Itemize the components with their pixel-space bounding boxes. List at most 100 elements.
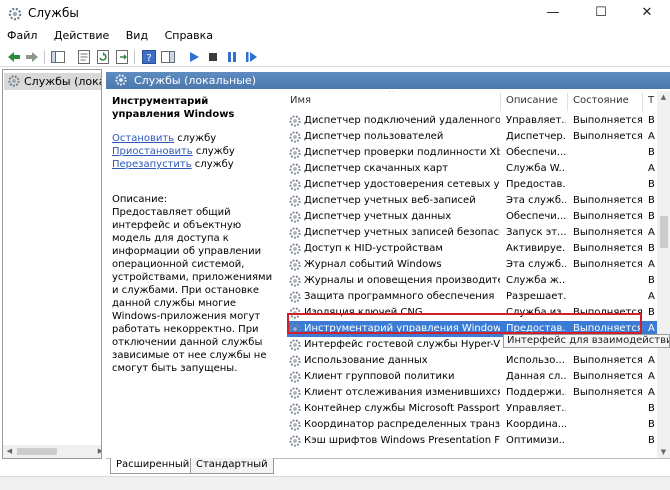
- menu-file[interactable]: Файл: [0, 27, 43, 45]
- service-gear-icon: [289, 131, 301, 143]
- toolbar-separator: [44, 50, 45, 64]
- service-row[interactable]: Диспетчер пользователей Диспетчер... Выпол…: [287, 129, 657, 145]
- service-status: Выполняется: [573, 195, 643, 206]
- tab-extended[interactable]: Расширенный: [110, 458, 196, 474]
- scrollbar-thumb[interactable]: [660, 216, 668, 248]
- service-name: Кэш шрифтов Windows Presentation Fou...: [304, 435, 500, 446]
- service-row[interactable]: Диспетчер подключений удаленного дос... У…: [287, 113, 657, 129]
- column-header-status[interactable]: Состояние: [573, 91, 643, 111]
- service-startup-type: А: [648, 355, 655, 366]
- pane-header-title: Службы (локальные): [134, 74, 256, 87]
- properties-sheet-icon[interactable]: [76, 49, 92, 65]
- service-details-panel: Инструментарий управления Windows Остано…: [112, 95, 282, 375]
- column-header-name[interactable]: Имя: [290, 91, 500, 111]
- action-restart: Перезапустить службу: [112, 158, 282, 171]
- service-row[interactable]: Координатор распределенных транзакций Коо…: [287, 417, 657, 433]
- service-row[interactable]: Журналы и оповещения производитель... Слу…: [287, 273, 657, 289]
- scroll-right-icon[interactable]: ▶: [94, 445, 101, 458]
- service-gear-icon: [289, 403, 301, 415]
- pane-header: Службы (локальные): [106, 72, 670, 89]
- service-name: Диспетчер подключений удаленного дос...: [304, 115, 500, 126]
- list-vertical-scrollbar[interactable]: ▲ ▼: [657, 91, 670, 459]
- export-list-icon[interactable]: [114, 49, 130, 65]
- service-description: Запуск эт...: [506, 227, 566, 238]
- close-button[interactable]: ✕: [624, 0, 670, 27]
- start-service-icon[interactable]: [186, 49, 202, 65]
- column-separator[interactable]: [567, 93, 568, 111]
- service-description: Поддержи...: [506, 387, 566, 398]
- service-row[interactable]: Диспетчер проверки подлинности Xbox ... О…: [287, 145, 657, 161]
- service-status: Выполняется: [573, 131, 643, 142]
- service-row[interactable]: Клиент групповой политики Данная сл... Вып…: [287, 369, 657, 385]
- service-row[interactable]: Кэш шрифтов Windows Presentation Fou... О…: [287, 433, 657, 449]
- tree-item-services-local[interactable]: Службы (локалы: [4, 73, 101, 90]
- show-hide-action-pane-icon[interactable]: [160, 49, 176, 65]
- service-name: Диспетчер учетных данных: [304, 211, 452, 222]
- toolbar-separator: [134, 50, 135, 64]
- service-name: Диспетчер удостоверения сетевых участ...: [304, 179, 500, 190]
- service-description: Служба W...: [506, 163, 566, 174]
- restart-service-icon[interactable]: [243, 49, 259, 65]
- service-description: Обеспечи...: [506, 147, 566, 158]
- service-description: Служба ж...: [506, 275, 566, 286]
- action-stop: Остановить службу: [112, 132, 282, 145]
- service-name: Контейнер службы Microsoft Passport: [304, 403, 500, 414]
- service-startup-type: В: [648, 403, 655, 414]
- menu-help[interactable]: Справка: [158, 27, 219, 45]
- service-gear-icon: [289, 339, 301, 351]
- tree-horizontal-scrollbar[interactable]: ◀ ▶: [3, 445, 101, 458]
- pause-service-link[interactable]: Приостановить: [112, 146, 193, 157]
- main-content: Службы (локалы ◀ ▶ Службы (локальные) Ин…: [0, 67, 670, 490]
- minimize-button[interactable]: —: [530, 0, 576, 27]
- service-startup-type: А: [648, 387, 655, 398]
- stop-service-icon[interactable]: [205, 49, 221, 65]
- service-gear-icon: [289, 419, 301, 431]
- maximize-button[interactable]: ☐: [578, 0, 624, 27]
- menu-action[interactable]: Действие: [47, 27, 115, 45]
- service-row[interactable]: Диспетчер учетных веб-записей Эта служб..…: [287, 193, 657, 209]
- service-row[interactable]: Использование данных Использо... Выполняет…: [287, 353, 657, 369]
- service-description: Предостав...: [506, 179, 566, 190]
- service-row[interactable]: Диспетчер учетных записей безопасности За…: [287, 225, 657, 241]
- stop-service-link[interactable]: Остановить: [112, 133, 174, 144]
- service-status: Выполняется: [573, 115, 643, 126]
- column-separator[interactable]: [500, 93, 501, 111]
- service-row[interactable]: Диспетчер скачанных карт Служба W... А: [287, 161, 657, 177]
- service-row[interactable]: Доступ к HID-устройствам Активируе... Выпо…: [287, 241, 657, 257]
- back-arrow-icon[interactable]: [6, 49, 22, 65]
- console-tree-icon[interactable]: [50, 49, 66, 65]
- column-separator[interactable]: [642, 93, 643, 111]
- scrollbar-thumb[interactable]: [17, 448, 57, 455]
- service-gear-icon: [289, 227, 301, 239]
- service-row[interactable]: Клиент отслеживания изменившихся свя Подд…: [287, 385, 657, 401]
- service-status: Выполняется: [573, 387, 643, 398]
- scroll-left-icon[interactable]: ◀: [3, 445, 16, 458]
- service-row[interactable]: Журнал событий Windows Эта служб... Выполн…: [287, 257, 657, 273]
- menu-view[interactable]: Вид: [119, 27, 154, 45]
- service-row[interactable]: Защита программного обеспечения Разрешает…: [287, 289, 657, 305]
- service-actions: Остановить службу Приостановить службу П…: [112, 132, 282, 171]
- action-suffix: службу: [192, 146, 235, 157]
- service-title: Инструментарий управления Windows: [112, 96, 235, 120]
- column-header-startup-type[interactable]: Т: [648, 91, 657, 111]
- scroll-up-icon[interactable]: ▲: [657, 91, 670, 104]
- tab-standard[interactable]: Стандартный: [190, 458, 274, 474]
- service-description: Эта служб...: [506, 195, 566, 206]
- help-icon[interactable]: ?: [141, 49, 157, 65]
- service-startup-type: А: [648, 259, 655, 270]
- restart-service-link[interactable]: Перезапустить: [112, 159, 192, 170]
- service-description: Оптимизи...: [506, 435, 566, 446]
- forward-arrow-icon[interactable]: [24, 49, 40, 65]
- column-header-description[interactable]: Описание: [506, 91, 566, 111]
- service-row[interactable]: Диспетчер учетных данных Обеспечи... Выпол…: [287, 209, 657, 225]
- pause-service-icon[interactable]: [224, 49, 240, 65]
- view-tabs: Расширенный Стандартный: [106, 458, 670, 474]
- refresh-icon[interactable]: [95, 49, 111, 65]
- service-gear-icon: [289, 371, 301, 383]
- service-tooltip: Интерфейс для взаимодействия узл: [503, 334, 670, 348]
- service-startup-type: А: [648, 163, 655, 174]
- service-gear-icon: [289, 115, 301, 127]
- service-row[interactable]: Диспетчер удостоверения сетевых участ...…: [287, 177, 657, 193]
- service-row[interactable]: Контейнер службы Microsoft Passport Управ…: [287, 401, 657, 417]
- service-name: Интерфейс гостевой службы Hyper-V: [304, 339, 500, 350]
